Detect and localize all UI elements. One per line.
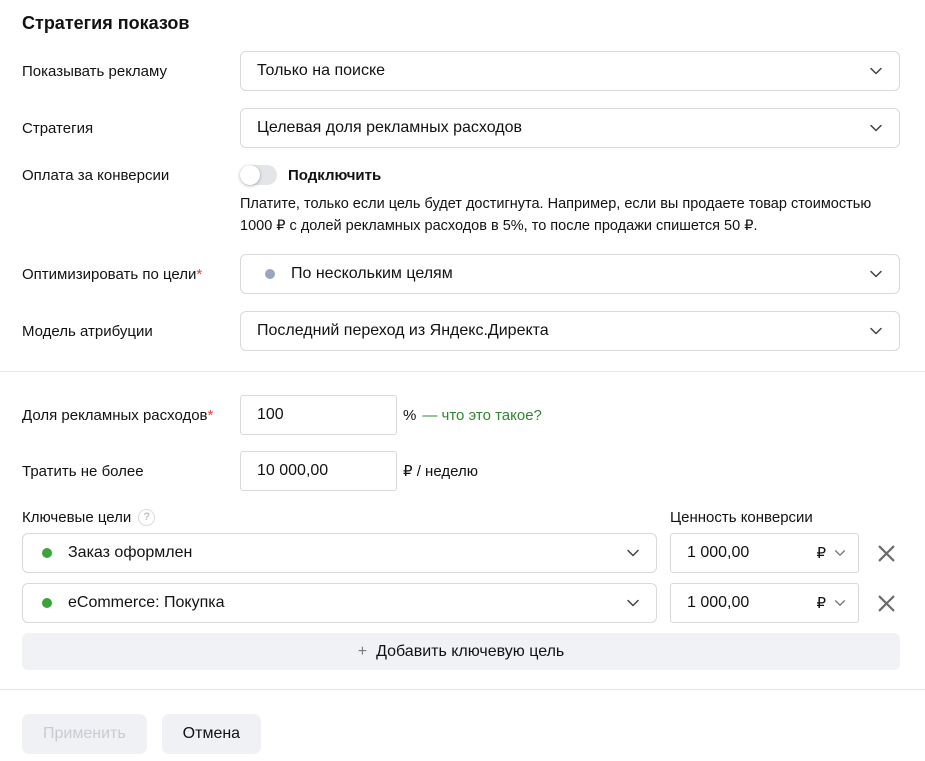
- chevron-down-icon: [625, 545, 641, 561]
- key-goals-label: Ключевые цели: [22, 509, 131, 526]
- strategy-label: Стратегия: [22, 119, 240, 138]
- multi-goal-dot-icon: [265, 269, 275, 279]
- pay-per-conversion-label: Оплата за конверсии: [22, 165, 240, 185]
- row-ad-spend-share: Доля рекламных расходов* % — что это так…: [22, 395, 900, 435]
- key-goal-row: eCommerce: Покупка 1 000,00 ₽: [22, 583, 900, 623]
- goal-dot-icon: [42, 598, 52, 608]
- goal-name: Заказ оформлен: [68, 544, 625, 562]
- required-mark: *: [196, 266, 202, 283]
- remove-goal-button-1[interactable]: [872, 539, 900, 567]
- chevron-down-icon: [625, 595, 641, 611]
- help-icon[interactable]: ?: [138, 509, 155, 526]
- chevron-down-icon: [868, 63, 884, 79]
- show-ads-select[interactable]: Только на поиске: [240, 51, 900, 91]
- goal-value-field-1[interactable]: 1 000,00 ₽: [670, 533, 859, 573]
- strategy-select[interactable]: Целевая доля рекламных расходов: [240, 108, 900, 148]
- chevron-down-icon: [868, 120, 884, 136]
- ad-spend-share-label: Доля рекламных расходов*: [22, 406, 240, 425]
- goal-select-1[interactable]: Заказ оформлен: [22, 533, 657, 573]
- weekly-limit-label: Тратить не более: [22, 462, 240, 481]
- page-title: Стратегия показов: [22, 12, 900, 34]
- footer-actions: Применить Отмена: [22, 714, 900, 754]
- row-attribution: Модель атрибуции Последний переход из Ян…: [22, 311, 900, 351]
- goal-value: 1 000,00: [687, 544, 807, 562]
- goal-select-2[interactable]: eCommerce: Покупка: [22, 583, 657, 623]
- chevron-down-icon: [833, 596, 847, 610]
- pay-per-conversion-toggle-label: Подключить: [288, 167, 381, 184]
- key-goals-header: Ключевые цели ? Ценность конверсии: [22, 509, 900, 526]
- close-icon: [876, 593, 897, 614]
- goal-name: eCommerce: Покупка: [68, 594, 625, 612]
- row-strategy: Стратегия Целевая доля рекламных расходо…: [22, 108, 900, 148]
- add-key-goal-button[interactable]: + Добавить ключевую цель: [22, 633, 900, 670]
- apply-button[interactable]: Применить: [22, 714, 147, 754]
- required-mark: *: [208, 407, 214, 424]
- plus-icon: +: [358, 644, 367, 660]
- goal-value: 1 000,00: [687, 594, 807, 612]
- currency-symbol: ₽: [816, 594, 826, 612]
- currency-select-2[interactable]: ₽: [816, 594, 847, 612]
- optimize-goal-value: По нескольким целям: [291, 265, 868, 283]
- attribution-value: Последний переход из Яндекс.Директа: [257, 322, 868, 340]
- toggle-knob-icon: [240, 165, 260, 185]
- close-icon: [876, 543, 897, 564]
- goal-value-field-2[interactable]: 1 000,00 ₽: [670, 583, 859, 623]
- chevron-down-icon: [833, 546, 847, 560]
- strategy-settings-panel: Стратегия показов Показывать рекламу Тол…: [0, 0, 925, 754]
- remove-goal-button-2[interactable]: [872, 589, 900, 617]
- show-ads-value: Только на поиске: [257, 62, 868, 80]
- row-pay-per-conversion: Оплата за конверсии Подключить Платите, …: [22, 165, 900, 237]
- ad-spend-share-unit: %: [403, 407, 416, 424]
- key-goal-row: Заказ оформлен 1 000,00 ₽: [22, 533, 900, 573]
- ad-spend-share-input[interactable]: [240, 395, 397, 435]
- chevron-down-icon: [868, 266, 884, 282]
- pay-per-conversion-description: Платите, только если цель будет достигну…: [240, 193, 898, 237]
- conversion-value-header: Ценность конверсии: [670, 509, 900, 526]
- cancel-button[interactable]: Отмена: [162, 714, 261, 754]
- attribution-label: Модель атрибуции: [22, 322, 240, 341]
- what-is-it-link[interactable]: — что это такое?: [422, 407, 542, 424]
- currency-symbol: ₽: [816, 544, 826, 562]
- chevron-down-icon: [868, 323, 884, 339]
- optimize-goal-label: Оптимизировать по цели*: [22, 265, 240, 284]
- section-divider: [0, 371, 925, 372]
- add-key-goal-label: Добавить ключевую цель: [376, 643, 564, 661]
- optimize-goal-label-text: Оптимизировать по цели: [22, 266, 196, 283]
- optimize-goal-select[interactable]: По нескольким целям: [240, 254, 900, 294]
- goal-dot-icon: [42, 548, 52, 558]
- weekly-limit-input[interactable]: [240, 451, 397, 491]
- pay-per-conversion-toggle[interactable]: [240, 165, 277, 185]
- ad-spend-share-label-text: Доля рекламных расходов: [22, 407, 208, 424]
- row-show-ads: Показывать рекламу Только на поиске: [22, 51, 900, 91]
- row-optimize-goal: Оптимизировать по цели* По нескольким це…: [22, 254, 900, 294]
- footer-divider: [0, 689, 925, 690]
- row-weekly-limit: Тратить не более ₽ / неделю: [22, 451, 900, 491]
- currency-select-1[interactable]: ₽: [816, 544, 847, 562]
- show-ads-label: Показывать рекламу: [22, 62, 240, 81]
- weekly-limit-unit: ₽ / неделю: [403, 462, 478, 480]
- strategy-value: Целевая доля рекламных расходов: [257, 119, 868, 137]
- attribution-select[interactable]: Последний переход из Яндекс.Директа: [240, 311, 900, 351]
